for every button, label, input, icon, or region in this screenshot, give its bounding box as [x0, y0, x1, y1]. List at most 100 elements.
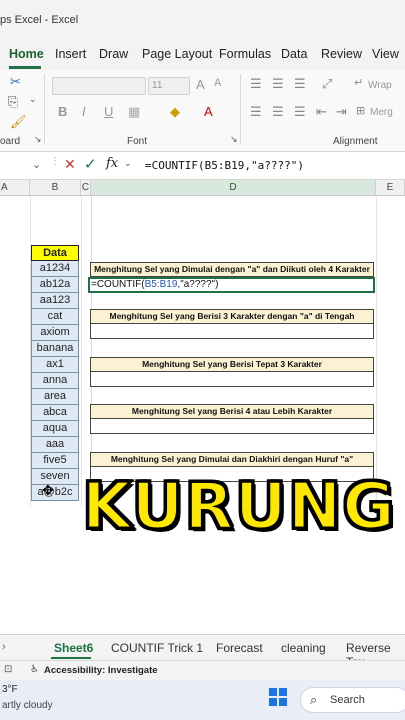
answer-cell[interactable]: [90, 324, 374, 339]
question-cell[interactable]: Menghitung Sel yang Berisi 4 atau Lebih …: [90, 404, 374, 419]
tab-view[interactable]: View: [372, 47, 399, 61]
sheet-active-indicator: [51, 657, 91, 659]
data-cell[interactable]: cat: [31, 309, 79, 325]
formula-bar: ⌄ ⋮ ✕ ✓ fx ⌄ =COUNTIF(B5:B19,"a????"): [0, 152, 405, 180]
data-column-header[interactable]: Data: [31, 245, 79, 261]
insert-function-button[interactable]: fx: [106, 156, 118, 171]
data-cell[interactable]: a1234: [31, 261, 79, 277]
align-center-icon[interactable]: ☰: [272, 104, 284, 120]
sheet-tab-forecast[interactable]: Forecast: [216, 641, 263, 655]
data-cell[interactable]: aa123: [31, 293, 79, 309]
formula-bar-grip-icon: ⋮: [50, 156, 60, 167]
weather-temperature[interactable]: 3°F: [2, 684, 18, 695]
grid-line: [81, 196, 82, 506]
column-header-d[interactable]: D: [91, 180, 376, 196]
accessibility-status[interactable]: Accessibility: Investigate: [44, 665, 158, 676]
clipboard-launcher-icon[interactable]: ↘: [34, 134, 42, 145]
data-cell[interactable]: axiom: [31, 325, 79, 341]
tab-home[interactable]: Home: [9, 47, 44, 61]
tab-draw[interactable]: Draw: [99, 47, 128, 61]
alignment-group-label: Alignment: [333, 136, 378, 147]
formula-input[interactable]: =COUNTIF(B5:B19,"a????"): [145, 159, 304, 172]
data-cell[interactable]: aaa: [31, 437, 79, 453]
answer-cell[interactable]: [90, 419, 374, 434]
ribbon-separator: [240, 74, 241, 144]
merge-label[interactable]: Merg: [370, 107, 393, 118]
font-launcher-icon[interactable]: ↘: [230, 134, 238, 145]
taskbar-search-box[interactable]: ⌕ Search: [300, 687, 405, 713]
align-top-icon[interactable]: ☰: [250, 76, 262, 92]
column-header-c[interactable]: C: [81, 180, 91, 196]
column-header-e[interactable]: E: [376, 180, 405, 196]
data-cell[interactable]: banana: [31, 341, 79, 357]
tab-active-indicator: [9, 66, 41, 69]
data-cell[interactable]: ax1: [31, 357, 79, 373]
data-cell[interactable]: aqua: [31, 421, 79, 437]
tab-page-layout[interactable]: Page Layout: [142, 47, 212, 61]
data-cell[interactable]: ab12a: [31, 277, 79, 293]
column-header-b[interactable]: B: [30, 180, 81, 196]
question-cell[interactable]: Menghitung Sel yang Berisi 3 Karakter de…: [90, 309, 374, 324]
data-cell[interactable]: anna: [31, 373, 79, 389]
orientation-icon[interactable]: ⤢: [322, 76, 332, 92]
align-bottom-icon[interactable]: ☰: [294, 76, 306, 92]
sheet-tab-countif-trick-1[interactable]: COUNTIF Trick 1: [111, 641, 203, 655]
wrap-text-label[interactable]: Wrap: [368, 80, 392, 91]
ribbon-separator: [44, 74, 45, 144]
ribbon-tabs: Home Insert Draw Page Layout Formulas Da…: [0, 40, 405, 70]
italic-button[interactable]: I: [82, 104, 86, 119]
font-group-label: Font: [127, 136, 148, 147]
sheet-tab-cleaning[interactable]: cleaning: [281, 641, 326, 655]
title-bar: ps Excel - Excel: [0, 0, 405, 40]
borders-icon[interactable]: ▦: [128, 104, 140, 120]
fx-dropdown-icon[interactable]: ⌄: [124, 158, 132, 169]
font-size-value: 11: [152, 80, 163, 91]
bold-button[interactable]: B: [58, 104, 67, 119]
tab-review[interactable]: Review: [321, 47, 362, 61]
question-cell[interactable]: Menghitung Sel yang Dimulai dengan "a" d…: [90, 262, 374, 277]
align-right-icon[interactable]: ☰: [294, 104, 306, 120]
align-middle-icon[interactable]: ☰: [272, 76, 284, 92]
increase-font-icon[interactable]: A: [196, 77, 205, 92]
fill-color-icon[interactable]: ◆: [170, 104, 180, 120]
tab-data[interactable]: Data: [281, 47, 307, 61]
cancel-icon[interactable]: ✕: [64, 156, 76, 173]
decrease-indent-icon[interactable]: ⇤: [316, 104, 327, 120]
weather-description[interactable]: artly cloudy: [2, 700, 53, 711]
active-cell[interactable]: =COUNTIF(B5:B19,"a????"): [88, 277, 375, 293]
sheet-tab-sheet6[interactable]: Sheet6: [54, 641, 93, 655]
data-cell[interactable]: area: [31, 389, 79, 405]
tab-insert[interactable]: Insert: [55, 47, 86, 61]
answer-cell[interactable]: [90, 372, 374, 387]
increase-indent-icon[interactable]: ⇥: [336, 104, 347, 120]
font-size-dropdown[interactable]: 11: [148, 77, 190, 95]
accessibility-icon[interactable]: ♿: [30, 664, 39, 675]
copy-icon[interactable]: ⎘: [8, 94, 18, 110]
font-color-icon[interactable]: A: [204, 104, 213, 119]
window-title: ps Excel - Excel: [0, 14, 79, 26]
copy-dropdown-icon[interactable]: ⌄: [29, 94, 37, 105]
question-cell[interactable]: Menghitung Sel yang Dimulai dan Diakhiri…: [90, 452, 374, 467]
cut-icon[interactable]: ✂: [10, 74, 21, 90]
merge-icon[interactable]: ⊞: [356, 104, 365, 117]
align-left-icon[interactable]: ☰: [250, 104, 262, 120]
wrap-text-icon[interactable]: ↵: [354, 76, 363, 89]
enter-icon[interactable]: ✓: [84, 155, 97, 173]
data-cell[interactable]: five5: [31, 453, 79, 469]
underline-button[interactable]: U: [104, 104, 113, 119]
overlay-caption: KURUNG: [81, 469, 397, 546]
data-cell[interactable]: abca: [31, 405, 79, 421]
decrease-font-icon[interactable]: A: [214, 77, 221, 89]
tab-formulas[interactable]: Formulas: [219, 47, 271, 61]
data-cell[interactable]: a@b2c: [31, 485, 79, 501]
name-box-dropdown-icon[interactable]: ⌄: [32, 158, 41, 171]
question-cell[interactable]: Menghitung Sel yang Berisi Tepat 3 Karak…: [90, 357, 374, 372]
data-cell[interactable]: seven: [31, 469, 79, 485]
column-header-a[interactable]: A: [0, 180, 30, 196]
format-painter-icon[interactable]: 🖌: [10, 114, 27, 130]
status-bar: ⊡ ♿ Accessibility: Investigate: [0, 660, 405, 680]
cell-mode-icon: ⊡: [4, 664, 13, 675]
scroll-tabs-left-icon[interactable]: ›: [2, 641, 6, 653]
windows-start-icon[interactable]: [268, 687, 288, 707]
font-name-dropdown[interactable]: [52, 77, 146, 95]
